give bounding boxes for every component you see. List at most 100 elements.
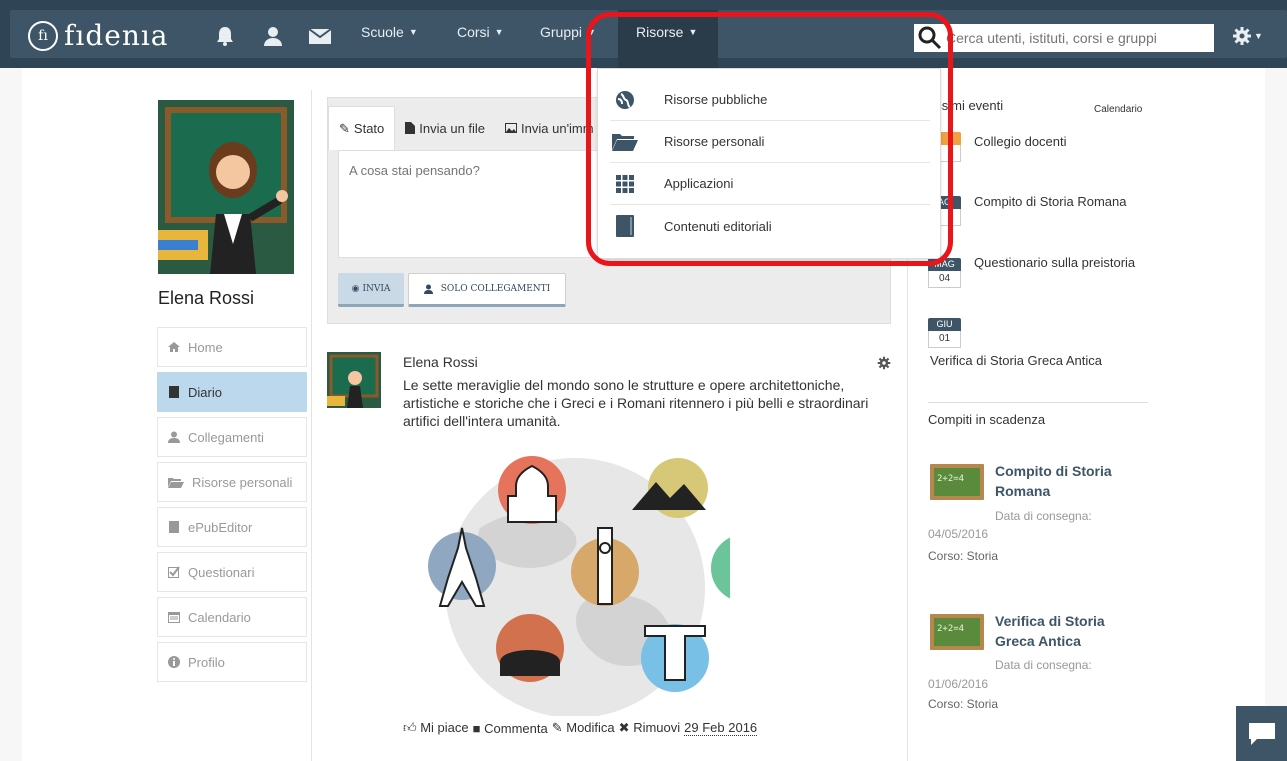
event-link[interactable]: Collegio docenti — [974, 134, 1067, 149]
task-due-label: Data di consegna: — [995, 658, 1092, 672]
task-course: Corso: Storia — [928, 549, 999, 563]
gear-icon[interactable] — [877, 356, 891, 370]
sidebar-item-profilo[interactable]: Profilo — [157, 642, 307, 682]
brand-logo[interactable]: fı fıdenıa — [28, 19, 169, 52]
tab-label: Invia un file — [419, 120, 486, 136]
tab-invia-file[interactable]: Invia un file — [395, 106, 495, 150]
sidebar-item-label: Questionari — [188, 564, 255, 580]
like-button[interactable]: 👍︎ Mi piace — [403, 720, 469, 736]
sidebar-item-collegamenti[interactable]: Collegamenti — [157, 417, 307, 457]
post-actions: 👍︎ Mi piace ■ Commenta ✎ Modifica ✖ Rimu… — [403, 720, 758, 736]
folder-open-icon — [168, 478, 184, 488]
sidebar-item-label: Profilo — [188, 654, 225, 670]
task-title[interactable]: Compito di Storia Romana — [995, 461, 1145, 501]
edit-button[interactable]: ✎ Modifica — [552, 720, 615, 736]
search-box[interactable] — [914, 24, 1214, 52]
profile-name[interactable]: Elena Rossi — [158, 288, 254, 309]
send-button-label: INVIA — [362, 283, 391, 294]
nav-menu-scuole[interactable]: Scuole ▼ — [361, 24, 418, 40]
brand-mark: fı — [28, 20, 58, 51]
task-title[interactable]: Verifica di Storia Greca Antica — [995, 611, 1145, 651]
event-day: 04 — [928, 271, 961, 288]
sidebar-item-risorse-personali[interactable]: Risorse personali — [157, 462, 307, 502]
remove-button[interactable]: ✖ Rimuovi — [619, 720, 681, 736]
bell-icon[interactable] — [214, 25, 236, 47]
event-link[interactable]: Questionario sulla preistoria — [974, 255, 1135, 270]
remove-label: Rimuovi — [633, 720, 681, 735]
event-day: 01 — [928, 331, 961, 348]
checkbox-icon — [168, 566, 180, 578]
event-link[interactable]: Verifica di Storia Greca Antica — [930, 353, 1102, 368]
column-divider — [311, 90, 312, 761]
sidebar-item-label: Diario — [188, 384, 222, 400]
task-due-date: 04/05/2016 — [928, 527, 989, 541]
post-date[interactable]: 29 Feb 2016 — [684, 720, 758, 736]
home-icon — [168, 342, 180, 352]
comment-label: Commenta — [484, 720, 548, 736]
sidebar-nav: Home Diario Collegamenti Risorse persona… — [157, 327, 307, 687]
send-button[interactable]: ◉ INVIA — [338, 273, 404, 307]
sidebar-item-questionari[interactable]: Questionari — [157, 552, 307, 592]
sidebar-item-epubeditor[interactable]: ePubEditor — [157, 507, 307, 547]
image-icon — [505, 123, 518, 133]
book-icon — [169, 386, 179, 398]
composer-tabs: ✎ Stato Invia un file Invia un'imm — [328, 98, 604, 150]
brand-name: fıdenıa — [64, 19, 169, 52]
sidebar-item-label: Collegamenti — [188, 429, 264, 445]
tab-label: Stato — [353, 121, 385, 136]
caret-down-icon: ▼ — [1254, 31, 1263, 41]
search-input[interactable] — [946, 30, 1206, 46]
event-month: GIU — [928, 318, 961, 331]
chalkboard-icon: 2+2=4 — [930, 614, 984, 650]
calendar-link[interactable]: Calendario — [1094, 104, 1142, 115]
event-date-badge: GIU 01 — [928, 318, 961, 348]
tab-stato[interactable]: ✎ Stato — [328, 106, 396, 150]
only-connections-button[interactable]: SOLO COLLEGAMENTI — [408, 273, 566, 307]
gear-icon — [1233, 27, 1251, 45]
highlight-annotation — [586, 12, 953, 266]
pencil-icon: ✎ — [339, 120, 350, 136]
right-divider-line — [928, 402, 1148, 403]
pencil-icon: ✎ — [551, 720, 563, 735]
caret-down-icon: ▼ — [494, 27, 504, 37]
user-icon — [423, 284, 433, 294]
sidebar-item-label: ePubEditor — [188, 519, 253, 535]
comment-icon: ■ — [472, 720, 481, 736]
profile-avatar[interactable] — [158, 100, 294, 274]
post-text: Le sette meraviglie del mondo sono le st… — [403, 377, 869, 429]
nav-menu-corsi[interactable]: Corsi ▼ — [457, 24, 504, 40]
chalkboard-icon: 2+2=4 — [930, 464, 984, 500]
post-author-avatar[interactable] — [327, 352, 381, 408]
nav-menu-label: Gruppi — [540, 24, 583, 40]
globe-icon: ◉ — [351, 283, 360, 294]
chat-icon — [1248, 722, 1275, 745]
comment-button[interactable]: ■ Commenta — [473, 721, 548, 736]
sidebar-item-diario[interactable]: Diario — [157, 372, 307, 412]
only-connections-label: SOLO COLLEGAMENTI — [440, 284, 551, 294]
user-icon[interactable] — [262, 25, 284, 47]
close-icon: ✖ — [618, 720, 630, 735]
sidebar-item-home[interactable]: Home — [157, 327, 307, 367]
calendar-icon — [168, 612, 180, 623]
chat-button[interactable] — [1236, 706, 1287, 761]
task-due-date: 01/06/2016 — [928, 677, 989, 691]
task-due-label: Data di consegna: — [995, 509, 1092, 523]
settings-menu[interactable]: ▼ — [1232, 26, 1263, 46]
sidebar-item-label: Home — [188, 339, 223, 355]
caret-down-icon: ▼ — [408, 27, 418, 37]
user-icon — [168, 431, 180, 443]
event-link[interactable]: Compito di Storia Romana — [974, 194, 1126, 209]
nav-menu-label: Scuole — [361, 24, 404, 40]
edit-label: Modifica — [566, 720, 615, 735]
book-icon — [169, 521, 179, 533]
sidebar-item-calendario[interactable]: Calendario — [157, 597, 307, 637]
post-author[interactable]: Elena Rossi — [403, 354, 478, 370]
thumbs-up-icon: 👍︎ — [403, 720, 417, 735]
envelope-icon[interactable] — [308, 25, 332, 47]
tab-label: Invia un'imm — [521, 120, 594, 136]
like-label: Mi piace — [420, 720, 469, 735]
tasks-title: Compiti in scadenza — [928, 412, 1046, 427]
task-course: Corso: Storia — [928, 697, 999, 711]
file-icon — [405, 122, 416, 134]
sidebar-item-label: Calendario — [188, 609, 251, 625]
